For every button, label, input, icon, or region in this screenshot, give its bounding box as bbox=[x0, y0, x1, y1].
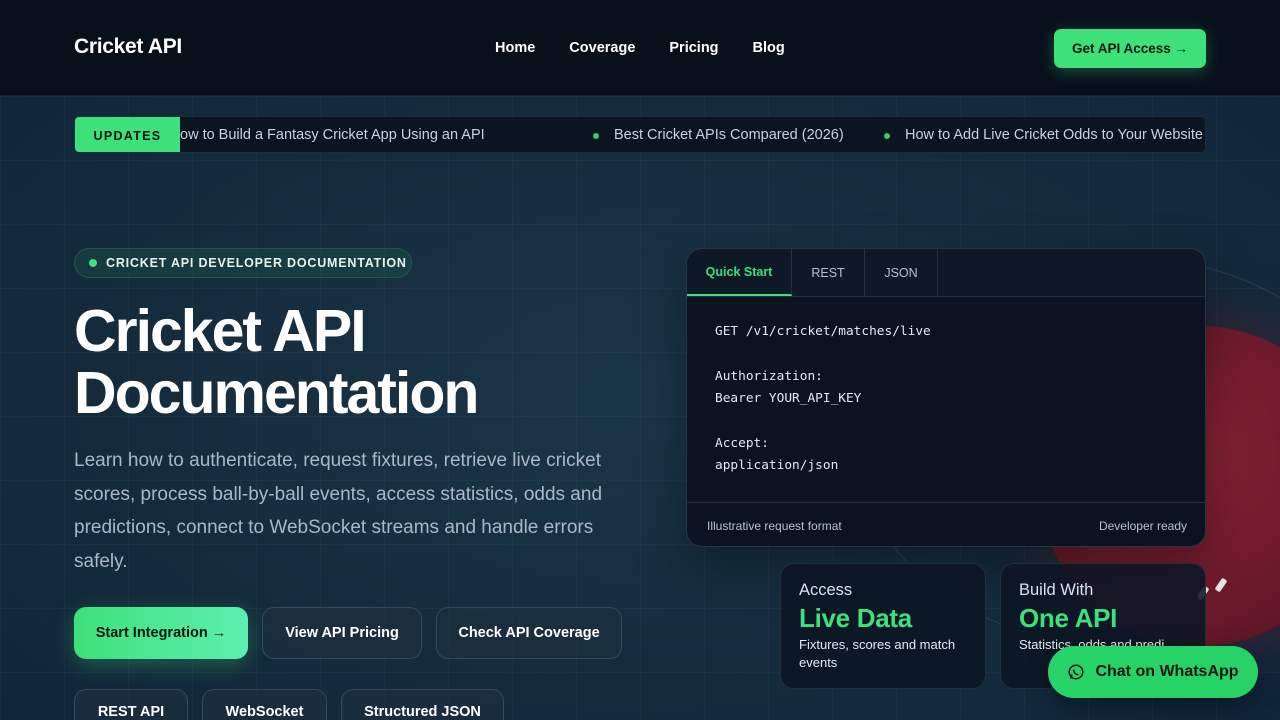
main-nav: Home Coverage Pricing Blog bbox=[495, 40, 785, 56]
page-title: Cricket API Documentation bbox=[74, 300, 634, 424]
ticker-track: ow to Build a Fantasy Cricket App Using … bbox=[180, 117, 1205, 152]
site-logo[interactable]: Cricket API bbox=[74, 35, 182, 59]
check-api-coverage-button[interactable]: Check API Coverage bbox=[436, 607, 622, 659]
stat-headline: Live Data bbox=[799, 603, 912, 633]
code-card-footer: Illustrative request format Developer re… bbox=[687, 502, 1205, 546]
ticker-dot bbox=[593, 133, 599, 139]
code-line: Accept: bbox=[715, 436, 769, 452]
ticker-item[interactable]: How to Add Live Cricket Odds to Your Web… bbox=[905, 127, 1203, 143]
ticker-dot bbox=[884, 133, 890, 139]
nav-blog[interactable]: Blog bbox=[753, 40, 785, 56]
code-line: application/json bbox=[715, 458, 839, 474]
footer-note: Illustrative request format bbox=[707, 518, 842, 533]
code-block: GET /v1/cricket/matches/live Authorizati… bbox=[715, 321, 931, 478]
nav-home[interactable]: Home bbox=[495, 40, 535, 56]
title-line-2: Documentation bbox=[74, 360, 479, 426]
code-tabs: Quick Start REST JSON bbox=[687, 249, 1205, 297]
nav-pricing[interactable]: Pricing bbox=[669, 40, 718, 56]
title-line-1: Cricket API bbox=[74, 298, 367, 364]
footer-status: Developer ready bbox=[1098, 518, 1187, 533]
stat-kicker: Build With bbox=[1019, 581, 1094, 599]
stat-headline: One API bbox=[1019, 603, 1118, 633]
tab-rest[interactable]: REST bbox=[792, 249, 865, 296]
start-integration-button[interactable]: Start Integration → bbox=[74, 607, 248, 659]
code-line: GET /v1/cricket/matches/live bbox=[715, 324, 931, 339]
stat-card-live-data: Access Live Data Fixtures, scores and ma… bbox=[780, 563, 986, 689]
whatsapp-icon bbox=[1068, 664, 1084, 680]
code-example-card: Quick Start REST JSON GET /v1/cricket/ma… bbox=[686, 248, 1206, 547]
chip-structured-json[interactable]: Structured JSON bbox=[341, 689, 504, 720]
ticker-badge: UPDATES bbox=[75, 117, 180, 152]
chip-websocket[interactable]: WebSocket bbox=[202, 689, 327, 720]
eyebrow-label: CRICKET API DEVELOPER DOCUMENTATION bbox=[106, 256, 407, 270]
stat-kicker: Access bbox=[799, 581, 853, 599]
tab-quick-start[interactable]: Quick Start bbox=[687, 249, 792, 296]
code-line: Authorization: bbox=[715, 368, 823, 384]
ticker-item[interactable]: Best Cricket APIs Compared (2026) bbox=[614, 127, 844, 143]
view-api-pricing-button[interactable]: View API Pricing bbox=[262, 607, 422, 659]
hero-description: Learn how to authenticate, request fixtu… bbox=[74, 450, 603, 572]
whatsapp-chat-button[interactable]: Chat on WhatsApp bbox=[1048, 646, 1258, 698]
eyebrow-badge: CRICKET API DEVELOPER DOCUMENTATION bbox=[74, 248, 412, 278]
code-line: Bearer YOUR_API_KEY bbox=[715, 391, 862, 407]
nav-coverage[interactable]: Coverage bbox=[569, 40, 635, 56]
ticker-item[interactable]: ow to Build a Fantasy Cricket App Using … bbox=[180, 127, 485, 143]
status-dot-icon bbox=[89, 259, 97, 267]
tab-json[interactable]: JSON bbox=[865, 249, 938, 296]
stat-description: Fixtures, scores and match events bbox=[799, 637, 956, 670]
chip-rest-api[interactable]: REST API bbox=[74, 689, 188, 720]
whatsapp-label: Chat on WhatsApp bbox=[1095, 663, 1239, 680]
get-api-access-button[interactable]: Get API Access → bbox=[1054, 29, 1206, 68]
site-header: Cricket API Home Coverage Pricing Blog G… bbox=[0, 0, 1280, 96]
updates-ticker: UPDATES ow to Build a Fantasy Cricket Ap… bbox=[74, 116, 1206, 153]
